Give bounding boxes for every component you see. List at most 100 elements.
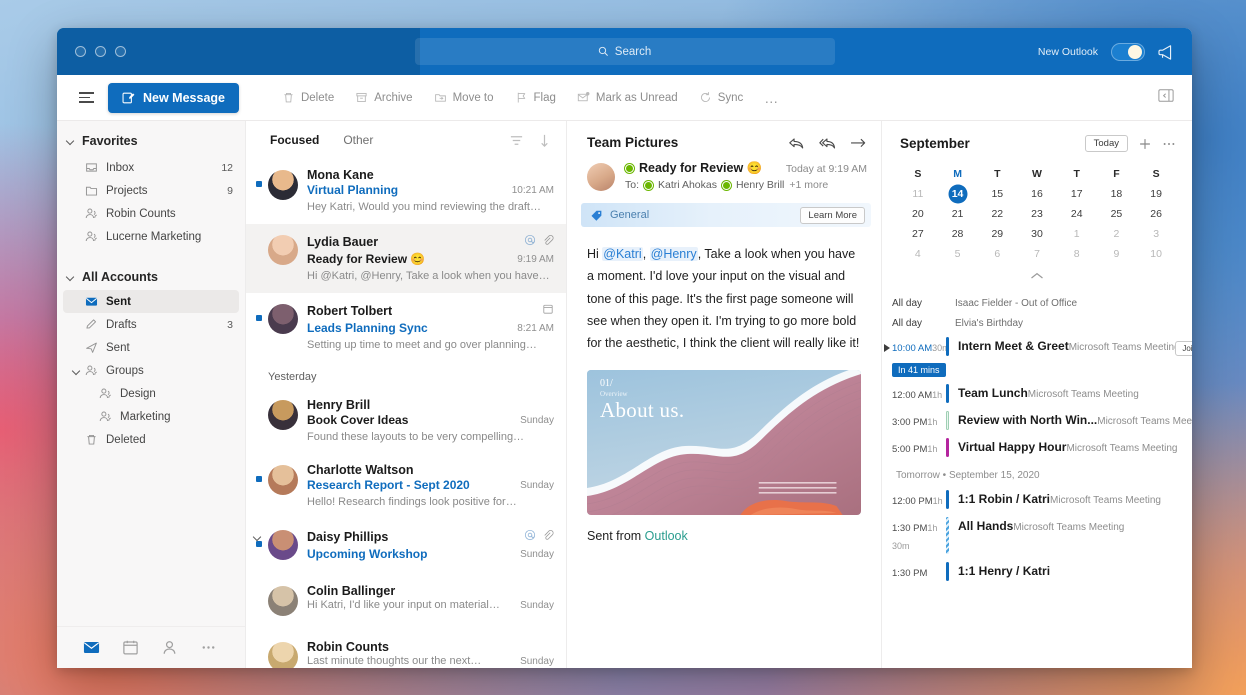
calendar-event[interactable]: 12:00 AM1h Team LunchMicrosoft Teams Meet… [882,380,1192,407]
all-day-event[interactable]: All day Elvia's Birthday [882,313,1192,333]
sidebar-item-sent[interactable]: Sent [63,290,239,313]
calendar-day[interactable]: 23 [1017,204,1057,224]
calendar-day[interactable]: 4 [898,244,938,264]
calendar-day[interactable]: 9 [1097,244,1137,264]
toggle-reading-pane-button[interactable] [1158,88,1174,107]
sidebar-item-inbox[interactable]: Inbox 12 [63,156,239,179]
sidebar-group-favorites[interactable]: Favorites [57,128,245,154]
sync-button[interactable]: Sync [690,86,753,109]
archive-button[interactable]: Archive [346,86,421,109]
message-row[interactable]: Charlotte Waltson Research Report - Sept … [246,454,566,519]
more-recipients-label[interactable]: +1 more [789,179,828,191]
calendar-day[interactable]: 5 [938,244,978,264]
new-outlook-toggle[interactable] [1111,42,1145,61]
move-to-button[interactable]: Move to [425,86,503,109]
message-row[interactable]: Henry Brill Book Cover Ideas Sunday Found t… [246,389,566,454]
calendar-event[interactable]: 10:00 AM30m Intern Meet & GreetMicrosoft … [882,333,1192,360]
calendar-day[interactable]: 6 [977,244,1017,264]
more-icon[interactable] [200,639,217,656]
mention-katri[interactable]: @Katri [602,247,643,261]
sidebar-group-all-accounts[interactable]: All Accounts [57,264,245,290]
chevron-down-icon[interactable] [254,533,262,541]
calendar-day[interactable]: 2 [1097,224,1137,244]
calendar-day[interactable]: 8 [1057,244,1097,264]
sidebar-item-groups[interactable]: Groups [63,359,239,382]
outlook-link[interactable]: Outlook [645,529,688,543]
calendar-day[interactable]: 29 [977,224,1017,244]
calendar-event[interactable]: 1:30 PM1h 30m All HandsMicrosoft Teams Me… [882,513,1192,558]
forward-icon[interactable] [850,136,867,150]
calendar-day[interactable]: 19 [1136,184,1176,204]
delete-button[interactable]: Delete [273,86,343,109]
maximize-window-button[interactable] [115,46,126,57]
message-row[interactable]: Lydia Bauer Ready for Review 😊 9:19 AM Hi @… [246,224,566,293]
tab-focused[interactable]: Focused [260,128,329,152]
learn-more-button[interactable]: Learn More [800,206,865,224]
calendar-day[interactable]: 22 [977,204,1017,224]
calendar-day[interactable]: 27 [898,224,938,244]
message-row[interactable]: Mona Kane Virtual Planning 10:21 AM Hey Kat… [246,159,566,224]
calendar-day[interactable]: 21 [938,204,978,224]
calendar-event[interactable]: 1:30 PM 1:1 Henry / Katri [882,558,1192,585]
calendar-day[interactable]: 24 [1057,204,1097,224]
calendar-day[interactable]: 1 [1057,224,1097,244]
calendar-day[interactable]: 14 [938,184,978,204]
calendar-day[interactable]: 26 [1136,204,1176,224]
message-row[interactable]: Robin Counts Last minute thoughts our the… [246,631,566,668]
calendar-more-icon[interactable] [1162,137,1176,151]
tab-other[interactable]: Other [333,128,383,152]
message-row[interactable]: Daisy Phillips Upcoming Workshop Sunday [246,519,566,575]
recipient-1[interactable]: Katri Ahokas [658,179,717,191]
calendar-day[interactable]: 16 [1017,184,1057,204]
recipient-2[interactable]: Henry Brill [736,179,784,191]
calendar-day[interactable]: 11 [898,184,938,204]
mention-henry[interactable]: @Henry [649,247,698,261]
calendar-icon[interactable] [122,639,139,656]
command-overflow-button[interactable]: … [755,88,788,108]
sidebar-item-robin-counts[interactable]: Robin Counts [63,202,239,225]
calendar-day[interactable]: 7 [1017,244,1057,264]
sidebar-item-drafts[interactable]: Drafts 3 [63,313,239,336]
calendar-day[interactable]: 20 [898,204,938,224]
calendar-day[interactable]: 15 [977,184,1017,204]
sidebar-item-marketing[interactable]: Marketing [63,405,239,428]
mail-icon[interactable] [83,639,100,656]
today-button[interactable]: Today [1084,135,1128,152]
sidebar-item-projects[interactable]: Projects 9 [63,179,239,202]
message-row[interactable]: Colin Ballinger Hi Katri, I'd like your i… [246,575,566,631]
add-event-icon[interactable] [1138,137,1152,151]
all-day-event[interactable]: All day Isaac Fielder - Out of Office [882,293,1192,313]
sidebar-item-deleted[interactable]: Deleted [63,428,239,451]
calendar-event[interactable]: 3:00 PM1h Review with North Win...Microso… [882,407,1192,434]
attached-image-card[interactable]: 01/ Overview About us. [587,370,861,516]
calendar-day[interactable]: 3 [1136,224,1176,244]
sort-icon[interactable] [537,133,552,148]
flag-button[interactable]: Flag [506,86,565,109]
feedback-megaphone-icon[interactable] [1158,44,1176,60]
message-row[interactable]: Robert Tolbert Leads Planning Sync 8:21 AM… [246,293,566,362]
calendar-day[interactable]: 25 [1097,204,1137,224]
calendar-event[interactable]: 12:00 PM1h 1:1 Robin / KatriMicrosoft Tea… [882,486,1192,513]
new-message-button[interactable]: New Message [108,82,239,113]
menu-toggle-button[interactable] [79,92,94,103]
filter-icon[interactable] [509,133,524,148]
calendar-collapse-button[interactable] [882,264,1192,291]
window-controls[interactable] [57,46,126,57]
people-icon[interactable] [161,639,178,656]
join-meeting-button[interactable]: Join [1175,341,1192,356]
mark-as-unread-button[interactable]: Mark as Unread [568,86,687,109]
close-window-button[interactable] [75,46,86,57]
search-bar[interactable]: Search [414,38,835,65]
reply-all-icon[interactable] [819,136,836,150]
reply-icon[interactable] [788,136,805,150]
calendar-event[interactable]: 5:00 PM1h Virtual Happy HourMicrosoft Tea… [882,434,1192,461]
sidebar-item-design[interactable]: Design [63,382,239,405]
minimize-window-button[interactable] [95,46,106,57]
calendar-day[interactable]: 10 [1136,244,1176,264]
sidebar-item-sent[interactable]: Sent [63,336,239,359]
sidebar-item-lucerne-marketing[interactable]: Lucerne Marketing [63,225,239,248]
chevron-down-icon[interactable] [73,367,81,375]
calendar-day[interactable]: 17 [1057,184,1097,204]
calendar-day[interactable]: 18 [1097,184,1137,204]
calendar-day[interactable]: 28 [938,224,978,244]
